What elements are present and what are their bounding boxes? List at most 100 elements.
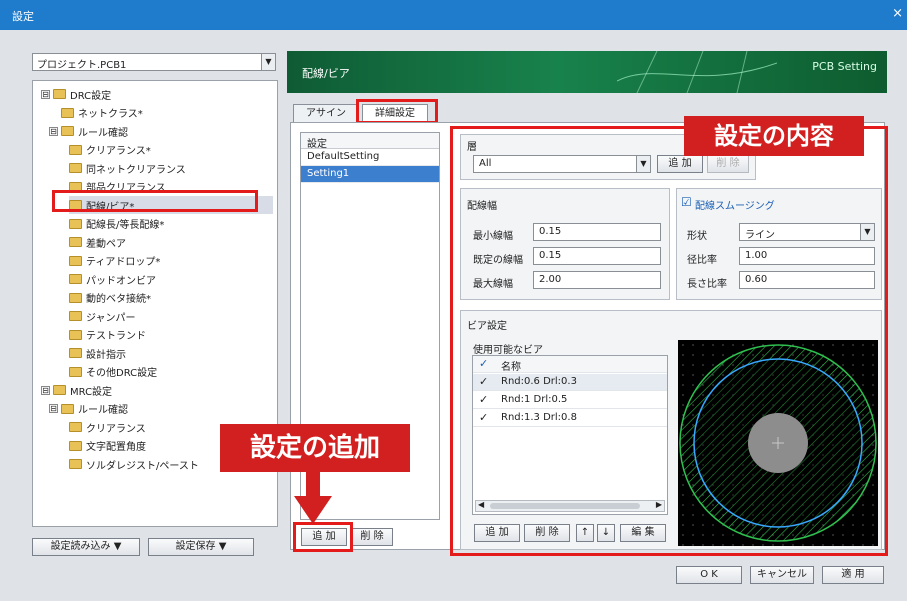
title-bar: 設定 × <box>0 0 907 30</box>
apply-button[interactable]: 適 用 <box>822 566 884 584</box>
via-row-check[interactable]: ✓ <box>479 393 488 406</box>
layer-add-button[interactable]: 追 加 <box>657 155 703 173</box>
default-width-input[interactable]: 0.15 <box>533 247 661 265</box>
tree-item-label: ルール確認 <box>78 405 128 416</box>
folder-icon <box>69 163 82 173</box>
collapse-icon[interactable]: ⊟ <box>49 404 58 413</box>
tree-item[interactable]: ティアドロップ* <box>69 252 273 270</box>
tree-item[interactable]: ネットクラス* <box>61 104 273 122</box>
tab-assign[interactable]: アサイン <box>293 104 359 122</box>
collapse-icon[interactable]: ⊟ <box>41 385 50 395</box>
list-item[interactable]: Setting1 <box>301 166 439 183</box>
via-row-name: Rnd:0.6 Drl:0.3 <box>501 376 577 387</box>
smoothing-checkbox[interactable]: ☑ <box>681 195 692 209</box>
via-label: ビア設定 <box>467 321 507 332</box>
tree-item[interactable]: 差動ペア <box>69 233 273 251</box>
move-up-button[interactable]: ↑ <box>576 524 594 542</box>
tree-item[interactable]: ⊟ ルール確認 <box>49 400 273 418</box>
max-width-input[interactable]: 2.00 <box>533 271 661 289</box>
horizontal-scrollbar[interactable]: ◀ ▶ <box>475 500 665 512</box>
max-width-label: 最大線幅 <box>473 279 513 290</box>
tree-item[interactable]: 同ネットクリアランス <box>69 159 273 177</box>
close-icon[interactable]: × <box>892 6 903 21</box>
tab-highlight-box <box>356 99 438 124</box>
section-header: 配線/ビア PCB Setting <box>287 51 887 93</box>
tree-item[interactable]: 設計指示 <box>69 344 273 362</box>
folder-icon <box>69 218 82 229</box>
tree-item[interactable]: テストランド <box>69 326 273 344</box>
length-ratio-input[interactable]: 0.60 <box>739 271 875 289</box>
tree-item-label: 文字配置角度 <box>86 442 146 453</box>
tree-item[interactable]: ジャンパー <box>69 307 273 325</box>
section-header-right: PCB Setting <box>812 60 877 73</box>
tree-item[interactable]: パッドオンビア <box>69 270 273 288</box>
tree-item-label: 設計指示 <box>86 349 126 361</box>
via-list: ✓ 名称 ✓ Rnd:0.6 Drl:0.3 ✓ Rnd:1 Drl:0.5 ✓… <box>472 355 668 515</box>
project-select-value: プロジェクト.PCB1 <box>37 60 127 71</box>
tree-item[interactable]: ⊟ DRC設定 <box>41 85 273 103</box>
ok-button[interactable]: O K <box>676 566 742 584</box>
shape-label: 形状 <box>687 231 707 242</box>
via-edit-button[interactable]: 編 集 <box>620 524 666 542</box>
delete-setting-button[interactable]: 削 除 <box>351 528 393 546</box>
via-row-check[interactable]: ✓ <box>479 411 488 424</box>
diameter-ratio-input[interactable]: 1.00 <box>739 247 875 265</box>
add-callout: 設定の追加 <box>220 424 410 472</box>
tree-item[interactable]: 配線長/等長配線* <box>69 215 273 233</box>
table-row[interactable]: ✓ Rnd:1.3 Drl:0.8 <box>473 410 667 427</box>
via-row-check[interactable]: ✓ <box>479 375 488 388</box>
chevron-down-icon[interactable]: ▼ <box>636 156 650 172</box>
folder-icon <box>69 422 82 432</box>
via-list-header: ✓ 名称 <box>473 356 667 373</box>
settings-list-header: 設定 <box>301 133 439 150</box>
save-settings-button[interactable]: 設定保存 ▼ <box>148 538 254 556</box>
via-delete-button[interactable]: 削 除 <box>524 524 570 542</box>
via-preview <box>678 340 878 546</box>
header-decoration <box>617 51 777 93</box>
shape-select-value: ライン <box>745 230 775 241</box>
length-ratio-label: 長さ比率 <box>687 279 727 290</box>
table-row[interactable]: ✓ Rnd:0.6 Drl:0.3 <box>473 374 667 391</box>
tree-highlight-box <box>52 190 258 212</box>
via-add-button[interactable]: 追 加 <box>474 524 520 542</box>
tree-item-label: ネットクラス* <box>78 109 143 120</box>
tree-item[interactable]: ⊟ ルール確認 <box>49 122 273 140</box>
chevron-down-icon[interactable]: ▼ <box>261 54 275 70</box>
min-width-input[interactable]: 0.15 <box>533 223 661 241</box>
layer-delete-button[interactable]: 削 除 <box>707 155 749 173</box>
tree-item-label: テストランド <box>86 331 146 342</box>
scroll-left-icon[interactable]: ◀ <box>478 500 484 509</box>
tree-item[interactable]: その他DRC設定 <box>69 363 273 381</box>
tree-item-label: MRC設定 <box>70 386 113 398</box>
tree-item[interactable]: クリアランス* <box>69 141 273 159</box>
load-settings-button[interactable]: 設定読み込み ▼ <box>32 538 140 556</box>
layer-select-value: All <box>479 158 492 169</box>
tree-item-label: ジャンパー <box>86 312 136 324</box>
check-column-header: ✓ <box>479 357 489 370</box>
tree-item[interactable]: 動的ベタ接続* <box>69 289 273 307</box>
tree-item-label: ルール確認 <box>78 127 128 139</box>
tree-item-label: 同ネットクリアランス <box>86 164 186 176</box>
move-down-button[interactable]: ↓ <box>597 524 615 542</box>
layer-select[interactable]: All ▼ <box>473 155 651 173</box>
collapse-icon[interactable]: ⊟ <box>41 89 50 99</box>
list-item[interactable]: DefaultSetting <box>301 149 439 166</box>
chevron-down-icon[interactable]: ▼ <box>860 224 874 240</box>
tree-item-label: その他DRC設定 <box>86 368 158 379</box>
scroll-right-icon[interactable]: ▶ <box>656 500 662 509</box>
collapse-icon[interactable]: ⊟ <box>49 126 58 136</box>
scrollbar-thumb[interactable] <box>490 503 640 509</box>
usable-vias-label: 使用可能なビア <box>473 345 543 356</box>
add-button-highlight-box <box>293 522 353 552</box>
folder-icon <box>69 274 82 284</box>
layer-label: 層 <box>467 142 477 153</box>
table-row[interactable]: ✓ Rnd:1 Drl:0.5 <box>473 392 667 409</box>
section-title: 配線/ビア <box>302 67 350 80</box>
tree-item-label: DRC設定 <box>70 90 112 102</box>
shape-select[interactable]: ライン ▼ <box>739 223 875 241</box>
cancel-button[interactable]: キャンセル <box>750 566 814 584</box>
project-select[interactable]: プロジェクト.PCB1 ▼ <box>32 53 276 71</box>
via-preview-graphic <box>678 340 878 546</box>
tree-item[interactable]: ⊟ MRC設定 <box>41 381 273 399</box>
tree-item-label: 差動ペア <box>86 238 126 250</box>
